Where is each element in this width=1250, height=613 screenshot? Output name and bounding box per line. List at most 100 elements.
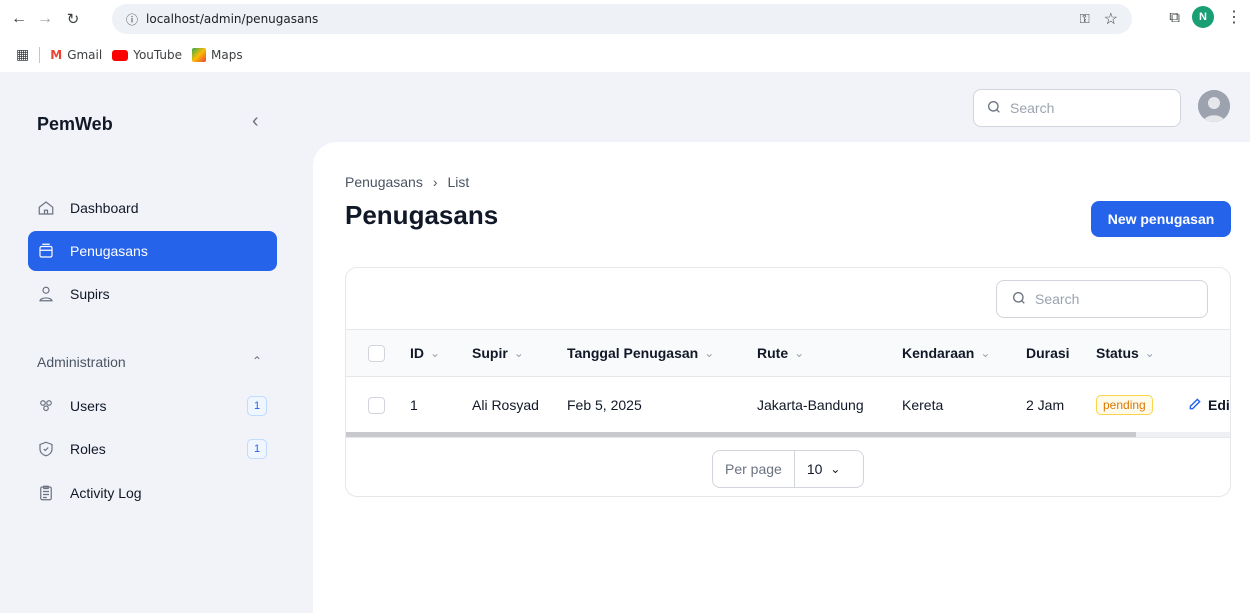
edit-label: Edi [1208, 397, 1230, 413]
main-content: Penugasans › List Penugasans New penugas… [313, 142, 1250, 613]
select-all-checkbox[interactable] [368, 330, 385, 376]
row-checkbox[interactable] [368, 377, 385, 433]
sidebar-item-roles[interactable]: Roles 1 [28, 429, 277, 469]
column-header-rute[interactable]: Rute ⌄ [757, 330, 804, 376]
column-header-id[interactable]: ID ⌄ [410, 330, 440, 376]
per-page-select[interactable]: Per page 10 ⌄ [712, 450, 864, 488]
sidebar-item-penugasans[interactable]: Penugasans [28, 231, 277, 271]
gmail-icon: M [50, 48, 63, 62]
column-label: Kendaraan [902, 345, 975, 361]
brand-logo[interactable]: PemWeb [37, 114, 113, 135]
apps-grid-icon[interactable]: ▦ [16, 47, 29, 63]
home-icon [36, 198, 56, 218]
cell-id: 1 [410, 397, 418, 413]
column-header-durasi: Durasi [1026, 330, 1070, 376]
cell-durasi: 2 Jam [1026, 397, 1065, 413]
bookmark-gmail[interactable]: M Gmail [50, 48, 102, 62]
sidebar-item-dashboard[interactable]: Dashboard [28, 188, 277, 228]
user-avatar[interactable] [1198, 90, 1230, 122]
table-row[interactable]: 1 Ali Rosyad Feb 5, 2025 Jakarta-Bandung… [346, 377, 1230, 433]
chevron-down-icon: ⌄ [1144, 346, 1155, 360]
table-footer: Per page 10 ⌄ [346, 437, 1230, 496]
column-label: Rute [757, 345, 789, 361]
per-page-label: Per page [713, 451, 795, 487]
forward-icon[interactable]: → [34, 8, 56, 30]
password-key-icon[interactable]: ⚿ [1080, 11, 1090, 27]
sidebar-item-activity-log[interactable]: Activity Log [28, 473, 277, 513]
sidebar-item-label: Penugasans [70, 243, 148, 259]
breadcrumb-item[interactable]: Penugasans [345, 174, 423, 190]
search-placeholder: Search [1035, 291, 1080, 307]
page-title: Penugasans [345, 200, 499, 230]
chevron-down-icon: ⌄ [830, 462, 841, 476]
new-penugasan-button[interactable]: New penugasan [1091, 201, 1231, 237]
search-icon [986, 99, 1002, 118]
sidebar-item-label: Users [70, 398, 107, 414]
column-label: ID [410, 345, 424, 361]
cell-kendaraan: Kereta [902, 397, 944, 413]
chevron-down-icon: ⌄ [430, 346, 441, 360]
collapse-sidebar-icon[interactable]: ‹ [252, 110, 259, 133]
cell-status: pending [1096, 377, 1153, 433]
menu-icon[interactable]: ⋮ [1226, 7, 1242, 27]
edit-action[interactable]: Edi [1188, 377, 1230, 433]
sidebar-item-users[interactable]: Users 1 [28, 386, 277, 426]
column-header-status[interactable]: Status ⌄ [1096, 330, 1155, 376]
count-badge: 1 [247, 396, 267, 416]
user-icon [36, 284, 56, 304]
sidebar-item-label: Dashboard [70, 200, 139, 216]
sidebar-group-administration[interactable]: Administration [37, 354, 126, 370]
column-header-supir[interactable]: Supir ⌄ [472, 330, 524, 376]
status-badge: pending [1096, 395, 1153, 415]
bookmark-star-icon[interactable]: ☆ [1104, 9, 1118, 29]
chevron-up-icon[interactable]: ⌃ [252, 354, 262, 368]
site-info-icon[interactable]: ⓘ [126, 11, 138, 28]
bookmarks-bar: ▦ M Gmail YouTube Maps [0, 38, 1250, 72]
chevron-down-icon: ⌄ [794, 346, 805, 360]
bookmark-youtube[interactable]: YouTube [112, 48, 182, 62]
sidebar-item-supirs[interactable]: Supirs [28, 274, 277, 314]
app-shell: PemWeb ‹ Dashboard Penugasans Supirs Adm… [0, 72, 1250, 613]
cell-rute: Jakarta-Bandung [757, 397, 864, 413]
chevron-down-icon: ⌄ [513, 346, 524, 360]
profile-avatar[interactable]: N [1192, 6, 1214, 28]
extensions-icon[interactable]: ⧉ [1169, 9, 1180, 26]
reload-icon[interactable]: ↻ [62, 8, 84, 30]
bookmark-label: Gmail [67, 48, 103, 62]
breadcrumb-item: List [447, 174, 470, 190]
bookmark-label: Maps [211, 48, 243, 62]
back-icon[interactable]: ← [8, 8, 30, 30]
chevron-down-icon: ⌄ [980, 346, 991, 360]
chevron-down-icon: ⌄ [704, 346, 715, 360]
column-label: Tanggal Penugasan [567, 345, 699, 361]
users-icon [36, 396, 56, 416]
url-text: localhost/admin/penugasans [146, 12, 319, 26]
table-header: ID ⌄ Supir ⌄ Tanggal Penugasan ⌄ Rute ⌄ Kend… [346, 329, 1230, 377]
column-label: Durasi [1026, 345, 1070, 361]
column-label: Status [1096, 345, 1139, 361]
maps-icon [192, 48, 206, 62]
cell-tanggal: Feb 5, 2025 [567, 397, 642, 413]
sidebar: PemWeb ‹ Dashboard Penugasans Supirs Adm… [0, 72, 312, 613]
count-badge: 1 [247, 439, 267, 459]
address-bar[interactable]: ⓘ localhost/admin/penugasans ⚿ ☆ [112, 4, 1132, 34]
global-search-input[interactable]: Search [973, 89, 1181, 127]
edit-icon [1188, 397, 1202, 414]
column-header-kendaraan[interactable]: Kendaraan ⌄ [902, 330, 990, 376]
search-placeholder: Search [1010, 100, 1055, 116]
sidebar-item-label: Activity Log [70, 485, 142, 501]
breadcrumb: Penugasans › List [345, 174, 469, 190]
cell-supir: Ali Rosyad [472, 397, 539, 413]
chevron-right-icon: › [432, 174, 438, 190]
browser-toolbar: ← → ↻ ⓘ localhost/admin/penugasans ⚿ ☆ ⧉… [0, 0, 1250, 38]
bookmark-maps[interactable]: Maps [192, 48, 243, 62]
column-label: Supir [472, 345, 508, 361]
sidebar-item-label: Supirs [70, 286, 110, 302]
shield-check-icon [36, 439, 56, 459]
box-icon [36, 241, 56, 261]
sidebar-item-label: Roles [70, 441, 106, 457]
clipboard-icon [36, 483, 56, 503]
column-header-tanggal[interactable]: Tanggal Penugasan ⌄ [567, 330, 714, 376]
bookmarks-separator [39, 47, 41, 63]
table-search-input[interactable]: Search [996, 280, 1208, 318]
